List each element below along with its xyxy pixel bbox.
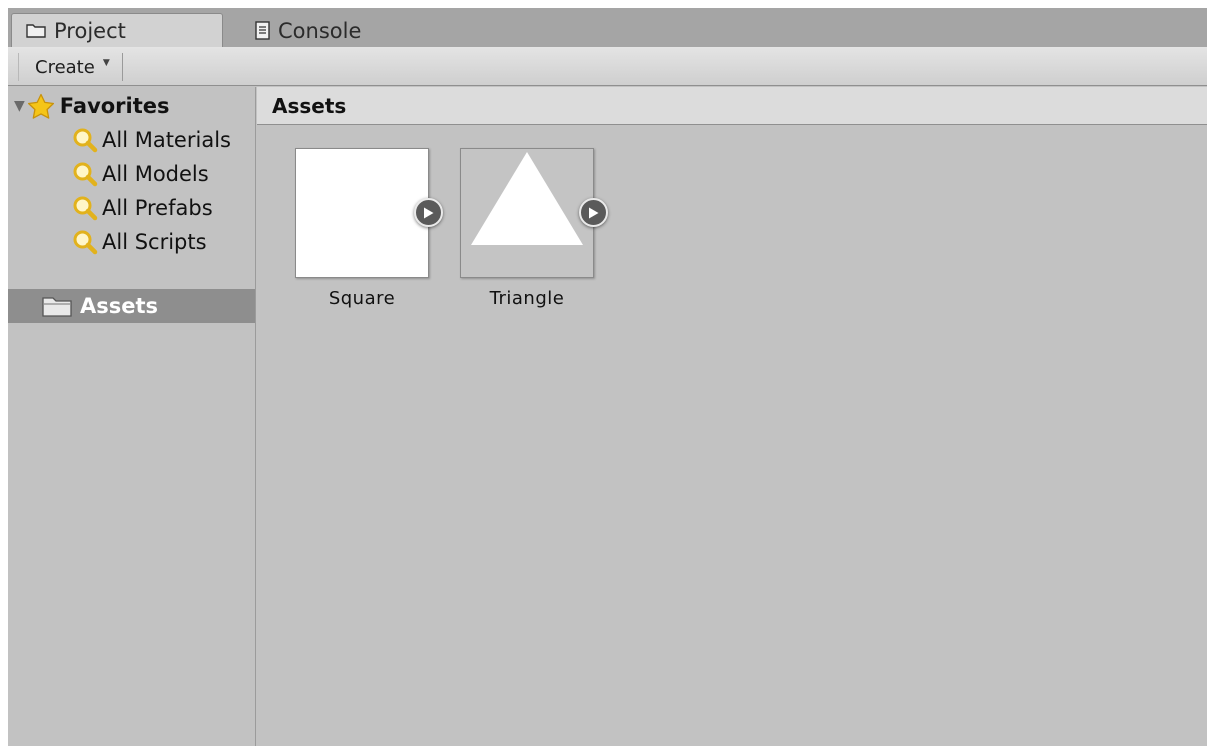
dropdown-caret-icon: ▼ <box>102 58 110 68</box>
tree-item-label: All Prefabs <box>102 196 213 220</box>
tree-item-label: All Materials <box>102 128 231 152</box>
tab-project-label: Project <box>54 18 126 43</box>
folder-icon <box>42 295 72 317</box>
project-window: Project Console Create ▼ ▼ Favorites All <box>8 8 1207 746</box>
tree-item-label: All Models <box>102 162 209 186</box>
folder-tree: ▼ Favorites All Materials All Models All… <box>8 87 256 746</box>
asset-item-square[interactable]: Square <box>257 148 443 318</box>
tree-item-all-scripts[interactable]: All Scripts <box>8 225 255 259</box>
square-thumbnail[interactable] <box>295 148 429 278</box>
asset-item-triangle[interactable]: Triangle <box>422 148 608 318</box>
folder-icon <box>26 23 46 38</box>
tree-item-all-prefabs[interactable]: All Prefabs <box>8 191 255 225</box>
tree-item-favorites[interactable]: ▼ Favorites <box>8 89 255 123</box>
create-dropdown-button[interactable]: Create ▼ <box>18 53 123 81</box>
tree-item-all-materials[interactable]: All Materials <box>8 123 255 157</box>
expand-play-icon[interactable] <box>579 198 608 227</box>
search-icon <box>72 127 98 153</box>
asset-label: Triangle <box>489 288 565 309</box>
assets-label: Assets <box>80 294 159 318</box>
search-icon <box>72 229 98 255</box>
search-icon <box>72 161 98 187</box>
main-title: Assets <box>272 93 347 118</box>
expand-arrow-icon[interactable]: ▼ <box>14 98 25 114</box>
tree-item-all-models[interactable]: All Models <box>8 157 255 191</box>
tab-project[interactable]: Project <box>11 13 223 47</box>
tab-bar: Project Console <box>8 8 1207 47</box>
create-label: Create <box>35 56 95 78</box>
search-icon <box>72 195 98 221</box>
favorites-label: Favorites <box>59 94 170 118</box>
tab-console[interactable]: Console <box>241 14 421 47</box>
toolbar: Create ▼ <box>8 47 1207 86</box>
assets-breadcrumb: Assets <box>257 87 1207 125</box>
star-icon <box>27 93 55 120</box>
asset-label: Square <box>328 288 396 309</box>
tree-item-label: All Scripts <box>102 230 207 254</box>
asset-grid: Square Triangle <box>257 126 1207 746</box>
triangle-thumbnail[interactable] <box>460 148 594 278</box>
tab-console-label: Console <box>278 18 362 43</box>
tree-item-assets[interactable]: Assets <box>8 289 255 323</box>
console-icon <box>255 21 270 40</box>
